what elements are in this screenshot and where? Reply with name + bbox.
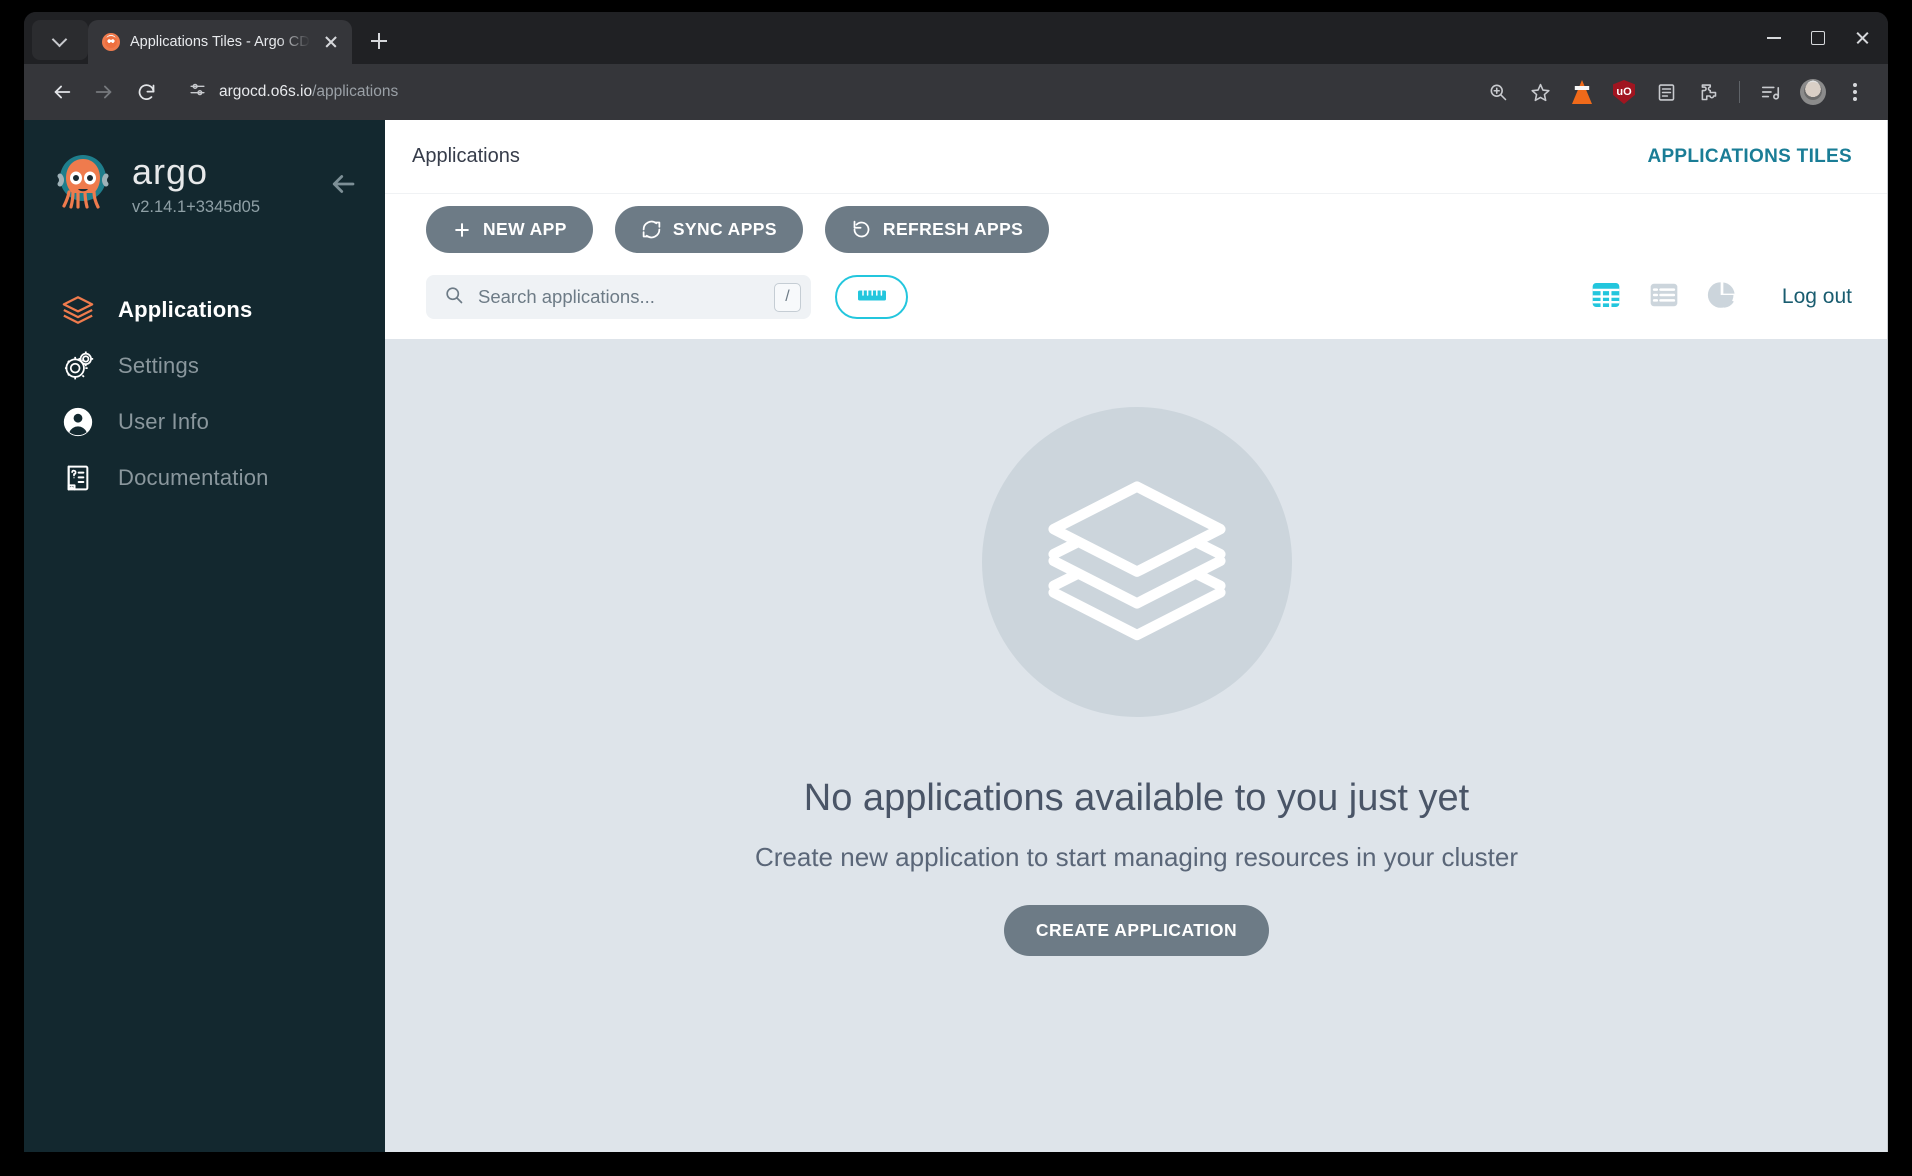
argo-octopus-favicon [102, 33, 120, 51]
action-button-row: NEW APP SYNC APPS REFRESH APPS [385, 206, 1888, 253]
search-icon [444, 285, 464, 310]
back-arrow-icon[interactable] [42, 72, 82, 112]
new-app-button[interactable]: NEW APP [426, 206, 593, 253]
tiles-view-toggle[interactable] [1590, 279, 1622, 316]
site-settings-icon[interactable] [188, 80, 207, 104]
browser-window: Applications Tiles - Argo CD argocd.o6s.… [24, 12, 1888, 1152]
minimize-icon[interactable] [1754, 18, 1794, 58]
empty-state: No applications available to you just ye… [385, 339, 1888, 1152]
ruler-icon [857, 286, 887, 309]
logout-link[interactable]: Log out [1782, 285, 1852, 309]
book-question-icon [60, 460, 96, 496]
vertical-scrollbar[interactable] [1887, 120, 1888, 1152]
profile-avatar-icon[interactable] [1794, 73, 1832, 111]
close-icon[interactable] [1842, 18, 1882, 58]
sidebar-item-settings[interactable]: Settings [24, 338, 385, 394]
refresh-apps-label: REFRESH APPS [882, 219, 1024, 239]
new-tab-button[interactable] [360, 22, 398, 60]
empty-state-circle [981, 407, 1292, 717]
ublock-origin-icon[interactable]: uO [1605, 73, 1643, 111]
sync-apps-label: SYNC APPS [672, 219, 777, 239]
view-toggle-group: Log out [1590, 279, 1852, 316]
sidebar-item-applications[interactable]: Applications [24, 282, 385, 338]
sidebar-item-label: Applications [118, 297, 253, 322]
search-row: Search applications... / Log out [385, 253, 1888, 339]
sidebar-item-label: Settings [118, 353, 200, 378]
sidebar-item-documentation[interactable]: Documentation [24, 450, 385, 506]
url-path: /applications [312, 83, 399, 100]
vlc-extension-icon[interactable] [1563, 73, 1601, 111]
media-control-icon[interactable] [1752, 73, 1790, 111]
create-application-button[interactable]: CREATE APPLICATION [1003, 905, 1270, 956]
page-header: Applications APPLICATIONS TILES [385, 120, 1888, 193]
filter-ruler-button[interactable] [835, 275, 908, 319]
sidebar-item-user-info[interactable]: User Info [24, 394, 385, 450]
search-placeholder: Search applications... [478, 286, 655, 307]
argo-octopus-logo [52, 152, 114, 214]
maximize-icon[interactable] [1798, 18, 1838, 58]
reading-list-icon[interactable] [1647, 73, 1685, 111]
arrow-left-icon[interactable] [323, 164, 363, 204]
forward-arrow-icon[interactable] [84, 72, 124, 112]
sidebar-item-label: Documentation [118, 465, 269, 490]
url-host: argocd.o6s.io [219, 83, 313, 100]
page-viewport: argo v2.14.1+3345d05 Applications Settin… [24, 120, 1888, 1152]
zoom-icon[interactable] [1479, 73, 1517, 111]
reload-icon[interactable] [126, 72, 166, 112]
applications-tiles-link[interactable]: APPLICATIONS TILES [1647, 146, 1852, 168]
toolbar-icon-group: uO [1479, 73, 1874, 111]
empty-state-subtitle: Create new application to start managing… [754, 842, 1519, 872]
sidebar-item-label: User Info [118, 409, 210, 434]
argo-main: Applications APPLICATIONS TILES NEW APP … [385, 120, 1888, 1152]
new-app-label: NEW APP [483, 219, 567, 239]
empty-state-title: No applications available to you just ye… [803, 777, 1470, 819]
tab-strip: Applications Tiles - Argo CD [24, 12, 1888, 64]
chevron-down-icon [53, 33, 67, 47]
page-title: Applications [412, 145, 520, 167]
browser-toolbar: argocd.o6s.io/applications uO [24, 64, 1888, 120]
pie-chart-icon [1707, 281, 1735, 308]
refresh-apps-button[interactable]: REFRESH APPS [824, 206, 1050, 253]
gears-icon [60, 348, 96, 384]
list-icon [1650, 283, 1678, 306]
summary-view-toggle[interactable] [1706, 279, 1738, 316]
toolbar-divider [1739, 81, 1740, 103]
search-shortcut-badge: / [774, 282, 801, 312]
user-circle-icon [60, 404, 96, 440]
search-input[interactable]: Search applications... / [426, 275, 811, 319]
action-toolbar: NEW APP SYNC APPS REFRESH APPS Search ap… [385, 193, 1888, 339]
extensions-puzzle-icon[interactable] [1689, 73, 1727, 111]
plus-icon [455, 222, 469, 237]
sidebar-nav: Applications Settings User Info Document… [24, 282, 385, 506]
window-controls [1754, 18, 1882, 58]
desktop-background: Applications Tiles - Argo CD argocd.o6s.… [0, 0, 1912, 1176]
close-icon[interactable] [320, 31, 342, 53]
grid-icon [1592, 282, 1620, 307]
sync-icon [642, 220, 661, 239]
tab-search-button[interactable] [32, 20, 88, 60]
version-label: v2.14.1+3345d05 [132, 198, 260, 216]
brand-block: argo v2.14.1+3345d05 [24, 120, 385, 240]
layers-stack-icon [1037, 460, 1237, 665]
brand-name: argo [132, 151, 209, 192]
list-view-toggle[interactable] [1648, 279, 1680, 316]
browser-tab[interactable]: Applications Tiles - Argo CD [88, 20, 352, 64]
address-bar-text: argocd.o6s.io/applications [219, 83, 398, 101]
sync-apps-button[interactable]: SYNC APPS [614, 206, 803, 253]
chrome-menu-icon[interactable] [1836, 73, 1874, 111]
argo-sidebar: argo v2.14.1+3345d05 Applications Settin… [24, 120, 385, 1152]
brand-text: argo v2.14.1+3345d05 [132, 154, 260, 217]
address-bar[interactable]: argocd.o6s.io/applications [176, 74, 1467, 110]
tab-title: Applications Tiles - Argo CD [130, 34, 310, 50]
refresh-icon [853, 220, 870, 238]
layers-icon [60, 292, 96, 328]
bookmark-star-icon[interactable] [1521, 73, 1559, 111]
